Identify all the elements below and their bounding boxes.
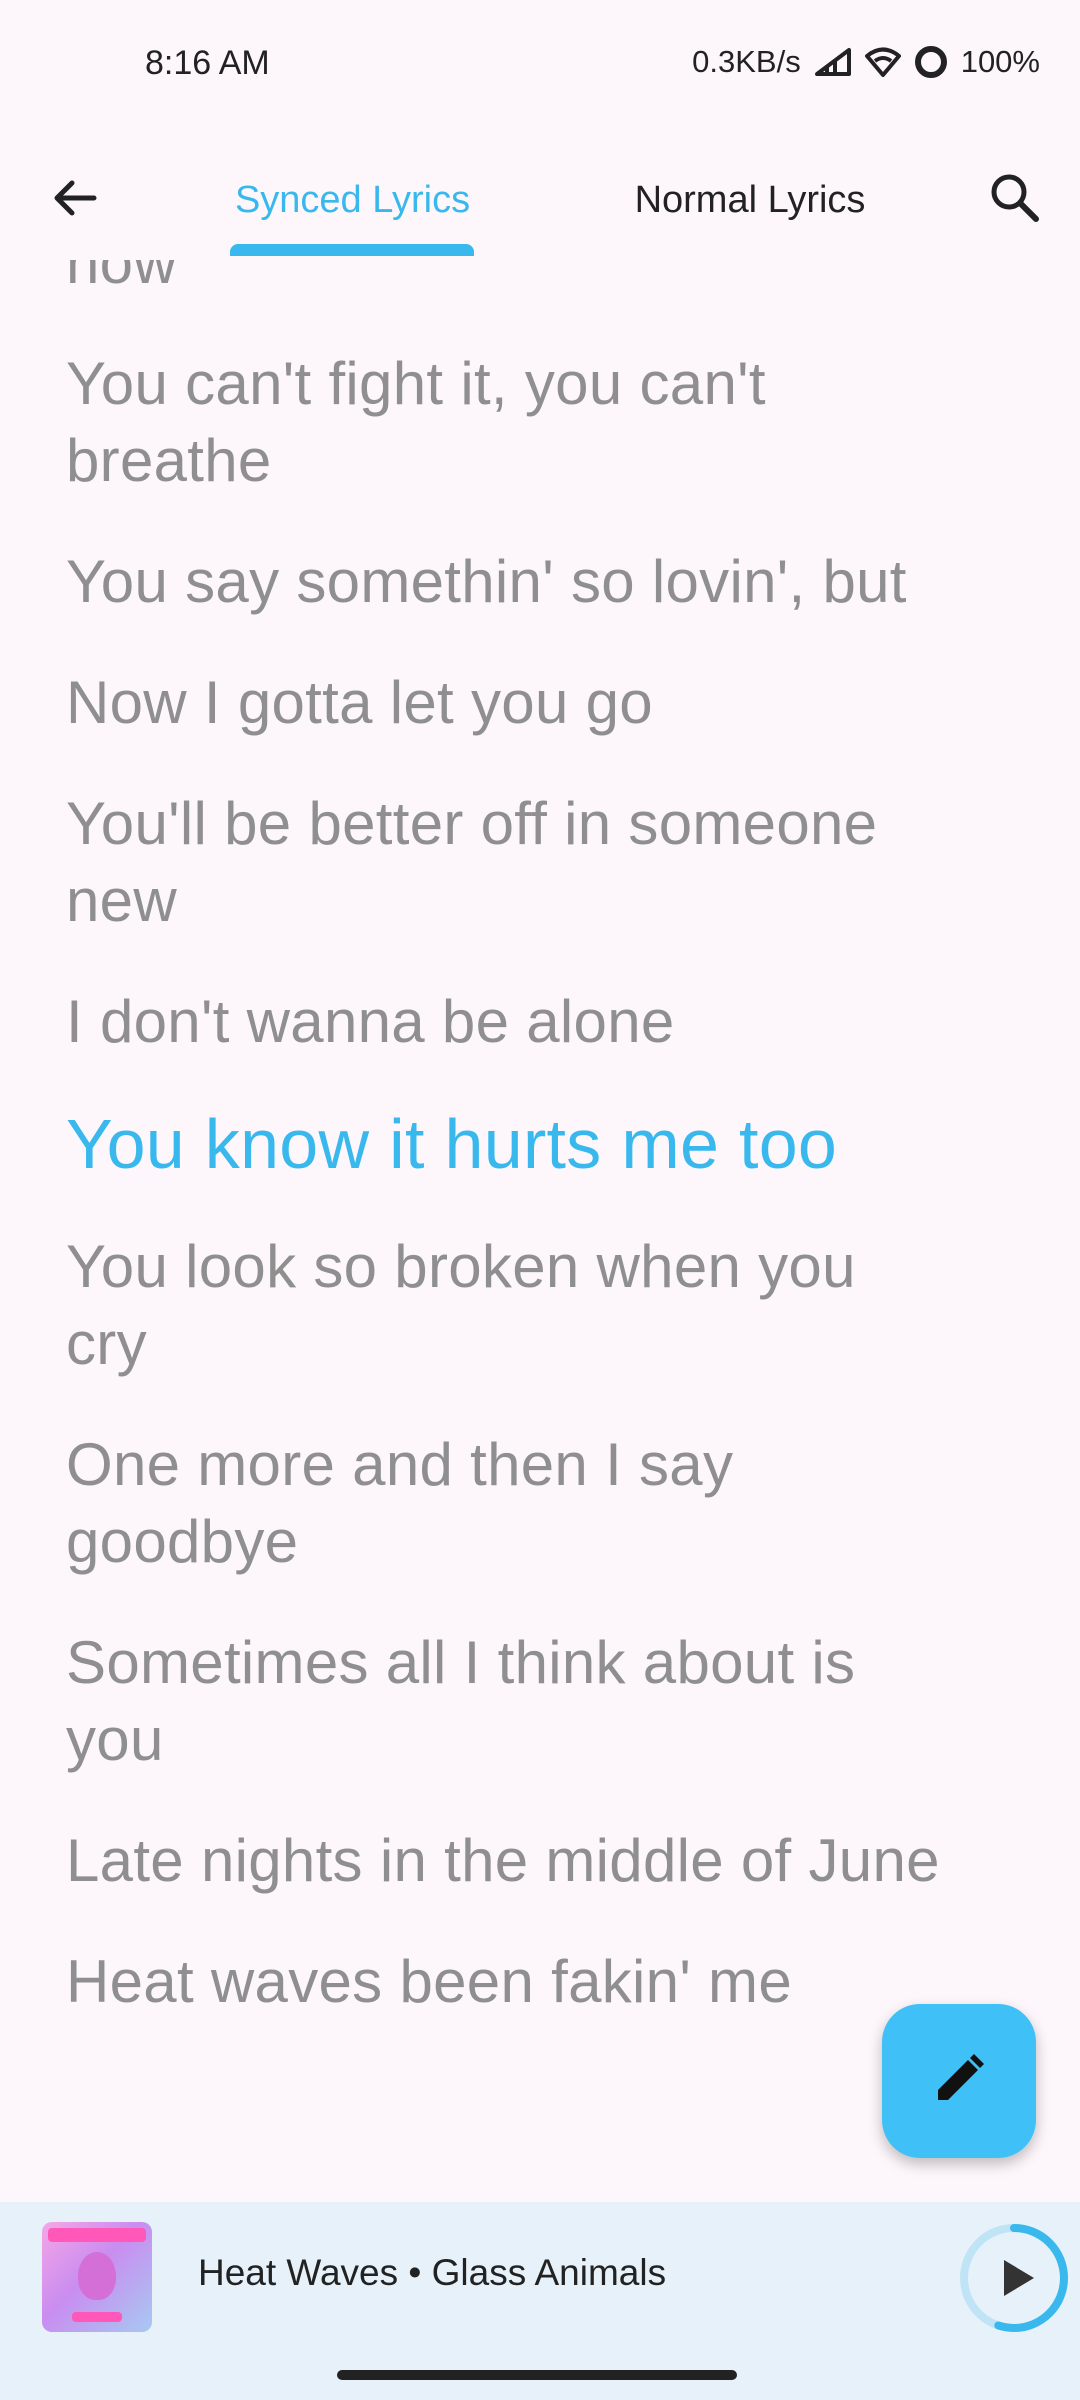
lyric-line[interactable]: One more and then I say goodbye xyxy=(66,1426,946,1580)
lyric-line[interactable]: now xyxy=(66,260,946,301)
home-indicator xyxy=(337,2370,737,2380)
lyric-line[interactable]: You say somethin' so lovin', but xyxy=(66,543,946,620)
album-art[interactable] xyxy=(42,2222,152,2332)
top-app-bar: Synced Lyrics Normal Lyrics xyxy=(0,140,1080,260)
tab-normal-lyrics[interactable]: Normal Lyrics xyxy=(610,170,890,230)
lyric-line[interactable]: You look so broken when you cry xyxy=(66,1228,946,1382)
status-time: 8:16 AM xyxy=(145,44,270,82)
lyric-line[interactable]: You can't fight it, you can't breathe xyxy=(66,345,946,499)
back-button[interactable] xyxy=(40,165,110,235)
play-pause-button[interactable] xyxy=(958,2222,1070,2334)
battery-level: 100% xyxy=(960,44,1040,79)
lyric-line[interactable]: Now I gotta let you go xyxy=(66,664,946,741)
pencil-icon xyxy=(932,2052,986,2111)
signal-icon xyxy=(813,46,853,78)
status-bar: 8:16 AM 0.3KB/s 100% xyxy=(0,0,1080,130)
lyric-line[interactable]: You'll be better off in someone new xyxy=(66,785,946,939)
lyric-line[interactable]: Late nights in the middle of June xyxy=(66,1822,946,1899)
tab-synced-lyrics[interactable]: Synced Lyrics xyxy=(210,170,495,230)
now-playing-title[interactable]: Heat Waves • Glass Animals xyxy=(198,2252,666,2294)
search-button[interactable] xyxy=(980,165,1050,235)
lyric-line-current[interactable]: You know it hurts me too xyxy=(66,1104,946,1184)
lyric-line[interactable]: Heat waves been fakin' me xyxy=(66,1943,946,2020)
net-speed: 0.3KB/s xyxy=(692,44,801,79)
lyrics-container: now You can't fight it, you can't breath… xyxy=(66,260,946,2064)
play-icon xyxy=(1004,2260,1034,2296)
search-icon xyxy=(988,171,1042,230)
lyric-line[interactable]: Sometimes all I think about is you xyxy=(66,1624,946,1778)
lyrics-list[interactable]: now You can't fight it, you can't breath… xyxy=(0,260,1080,2200)
lyric-line[interactable]: I don't wanna be alone xyxy=(66,983,946,1060)
wifi-icon xyxy=(864,47,901,77)
status-indicators: 0.3KB/s 100% xyxy=(692,44,1040,80)
battery-icon xyxy=(913,44,949,80)
arrow-back-icon xyxy=(50,173,100,228)
tab-indicator xyxy=(230,244,474,256)
edit-lyrics-button[interactable] xyxy=(882,2004,1036,2158)
